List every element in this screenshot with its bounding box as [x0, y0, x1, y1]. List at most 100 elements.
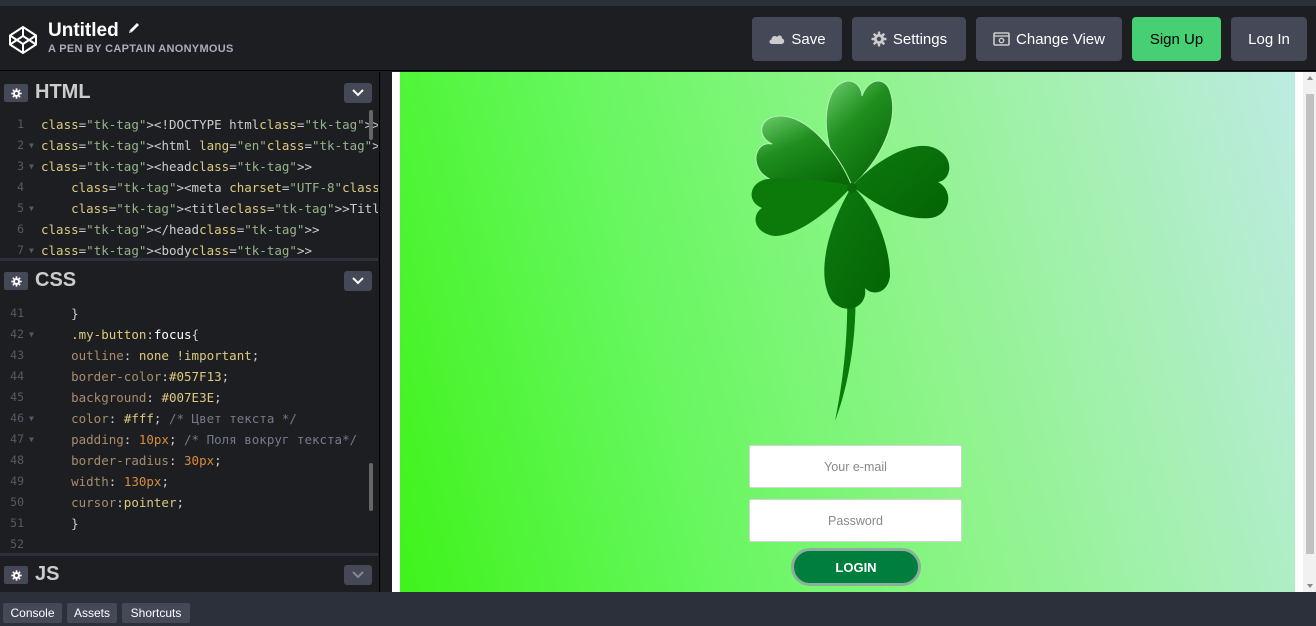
css-settings-button[interactable]	[4, 272, 28, 290]
line-number: 7	[17, 243, 24, 257]
line-number: 52	[10, 537, 24, 551]
js-editor-header: JS	[0, 556, 378, 592]
fold-marker[interactable]: ▼	[29, 240, 34, 258]
preview-scroll-thumb[interactable]	[1306, 94, 1314, 554]
console-label: Console	[10, 606, 55, 620]
chevron-down-icon	[352, 277, 364, 285]
css-editor-header: CSS	[0, 262, 378, 298]
password-field[interactable]: Password	[749, 499, 962, 542]
css-code-area[interactable]: 41 } 42 ▼ .my-button:focus{43 outline: non…	[0, 299, 378, 553]
html-settings-button[interactable]	[4, 84, 28, 102]
assets-button[interactable]: Assets	[67, 603, 117, 623]
line-number: 45	[10, 390, 24, 404]
code-line[interactable]: 48 border-radius: 30px;	[0, 450, 378, 471]
save-button[interactable]: Save	[752, 17, 842, 61]
pen-author: A PEN BY CAPTAIN ANONYMOUS	[48, 43, 234, 55]
css-editor-title: CSS	[35, 269, 77, 291]
code-line[interactable]: 41 }	[0, 303, 378, 324]
code-text: }	[41, 306, 79, 321]
email-placeholder: Your e-mail	[824, 459, 887, 474]
code-line[interactable]: 49 width: 130px;	[0, 471, 378, 492]
line-number: 43	[10, 348, 24, 362]
codepen-logo-icon[interactable]	[8, 25, 38, 55]
log-in-button[interactable]: Log In	[1231, 17, 1307, 61]
css-scrollbar[interactable]	[369, 463, 373, 511]
code-line[interactable]: 46 ▼ color: #fff; /* Цвет текста */	[0, 408, 378, 429]
change-view-icon	[993, 32, 1010, 46]
pen-title[interactable]: Untitled	[48, 20, 119, 41]
fold-marker[interactable]: ▼	[29, 198, 34, 219]
code-line[interactable]: 51 }	[0, 513, 378, 534]
save-label: Save	[791, 30, 826, 48]
line-number: 46	[10, 411, 24, 425]
code-line[interactable]: 1 class="tk-tag"><!DOCTYPE htmlclass="tk-…	[0, 114, 378, 135]
line-number: 50	[10, 495, 24, 509]
line-number: 2	[17, 138, 24, 152]
code-line[interactable]: 6 class="tk-tag"></headclass="tk-tag">>	[0, 219, 378, 240]
code-line[interactable]: 42 ▼ .my-button:focus{	[0, 324, 378, 345]
code-text: class="tk-tag"><html lang="en"class="tk-…	[41, 138, 378, 153]
js-settings-button[interactable]	[4, 566, 28, 584]
code-line[interactable]: 4 class="tk-tag"><meta charset="UTF-8"cl…	[0, 177, 378, 198]
code-line[interactable]: 50 cursor:pointer;	[0, 492, 378, 513]
pencil-icon[interactable]	[127, 21, 141, 35]
js-collapse-button[interactable]	[344, 565, 372, 585]
log-in-label: Log In	[1248, 30, 1290, 48]
html-scrollbar[interactable]	[369, 110, 373, 140]
settings-button[interactable]: Settings	[852, 17, 966, 61]
code-text: }	[41, 516, 79, 531]
html-code-area[interactable]: 1 class="tk-tag"><!DOCTYPE htmlclass="tk-…	[0, 110, 378, 258]
editor-divider[interactable]	[0, 258, 378, 261]
sign-up-button[interactable]: Sign Up	[1132, 17, 1221, 61]
fold-marker[interactable]: ▼	[29, 156, 34, 177]
console-button[interactable]: Console	[3, 603, 62, 623]
cloud-icon	[769, 35, 785, 44]
code-line[interactable]: 47 ▼ padding: 10px; /* Поля вокруг текста…	[0, 429, 378, 450]
fold-marker[interactable]: ▼	[29, 135, 34, 156]
line-number: 49	[10, 474, 24, 488]
password-placeholder: Password	[828, 513, 883, 528]
gear-icon	[10, 569, 22, 581]
line-number: 6	[17, 222, 24, 236]
email-field[interactable]: Your e-mail	[749, 445, 962, 488]
chevron-down-icon	[352, 89, 364, 97]
code-line[interactable]: 7 ▼ class="tk-tag"><bodyclass="tk-tag">>	[0, 240, 378, 258]
code-text: class="tk-tag"><meta charset="UTF-8"clas…	[71, 180, 378, 195]
code-line[interactable]: 3 ▼ class="tk-tag"><headclass="tk-tag">>	[0, 156, 378, 177]
login-button[interactable]: LOGIN	[791, 548, 921, 586]
preview-scrollbar[interactable]	[1303, 72, 1316, 592]
fold-marker[interactable]: ▼	[29, 324, 34, 345]
line-number: 5	[17, 201, 24, 215]
scroll-up-arrow[interactable]	[1307, 76, 1313, 80]
html-collapse-button[interactable]	[344, 83, 372, 103]
gear-icon	[871, 31, 887, 47]
shortcuts-button[interactable]: Shortcuts	[122, 603, 190, 623]
code-line[interactable]: 52	[0, 534, 378, 553]
code-text: class="tk-tag"></headclass="tk-tag">>	[41, 222, 320, 237]
code-line[interactable]: 45 background: #007E3E;	[0, 387, 378, 408]
shortcuts-label: Shortcuts	[130, 606, 182, 620]
fold-marker[interactable]: ▼	[29, 429, 34, 450]
css-collapse-button[interactable]	[344, 271, 372, 291]
code-text: color: #fff; /* Цвет текста */	[71, 411, 297, 426]
code-line[interactable]: 43 outline: none !important;	[0, 345, 378, 366]
code-line[interactable]: 44 border-color:#057F13;	[0, 366, 378, 387]
html-editor-header: HTML	[0, 74, 378, 110]
pen-title-block: Untitled A PEN BY CAPTAIN ANONYMOUS	[48, 20, 234, 55]
change-view-button[interactable]: Change View	[976, 17, 1122, 61]
fold-marker[interactable]: ▼	[29, 408, 34, 429]
codepen-editor: Untitled A PEN BY CAPTAIN ANONYMOUS Save	[0, 0, 1316, 626]
html-editor-title: HTML	[35, 81, 91, 103]
code-line[interactable]: 2 ▼ class="tk-tag"><html lang="en"class="t…	[0, 135, 378, 156]
line-number: 51	[10, 516, 24, 530]
line-number: 42	[10, 327, 24, 341]
preview-background: Your e-mail Password LOGIN	[400, 72, 1295, 592]
code-line[interactable]: 5 ▼ class="tk-tag"><titleclass="tk-tag">>…	[0, 198, 378, 219]
line-number: 44	[10, 369, 24, 383]
code-text: cursor:pointer;	[71, 495, 185, 510]
clover-image	[751, 80, 950, 421]
code-text: width: 130px;	[71, 474, 169, 489]
code-text: border-color:#057F13;	[71, 369, 230, 384]
sign-up-label: Sign Up	[1149, 30, 1204, 48]
scroll-down-arrow[interactable]	[1307, 584, 1313, 588]
